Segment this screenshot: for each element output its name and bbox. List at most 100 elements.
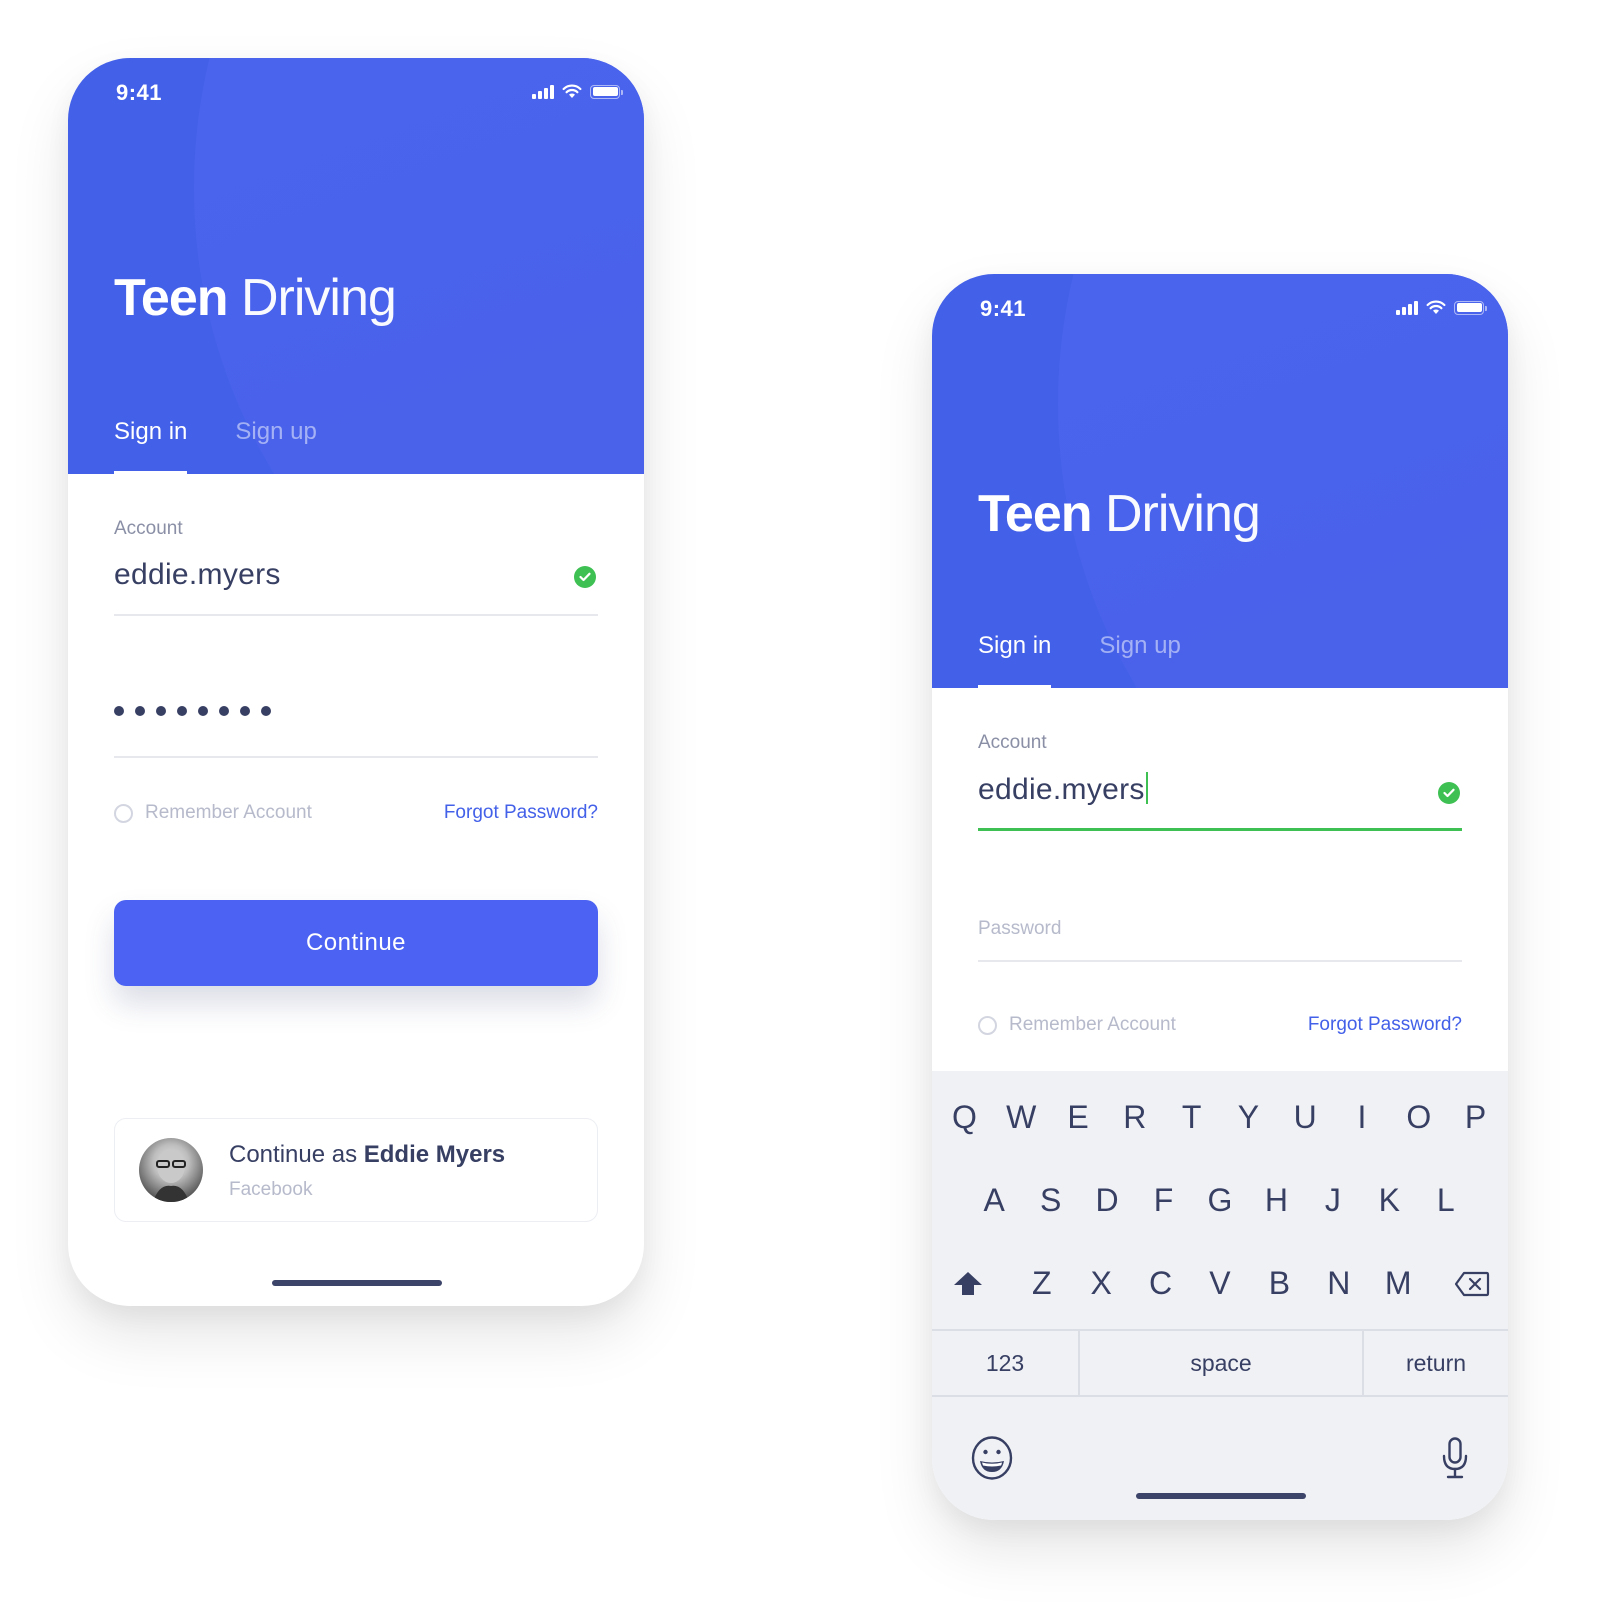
tab-sign-up[interactable]: Sign up	[1099, 632, 1180, 688]
key-z[interactable]: Z	[1012, 1265, 1071, 1302]
key-j[interactable]: J	[1305, 1182, 1361, 1219]
key-h[interactable]: H	[1248, 1182, 1304, 1219]
remember-account-checkbox[interactable]: Remember Account	[978, 1014, 1176, 1036]
key-b[interactable]: B	[1250, 1265, 1309, 1302]
account-label: Account	[978, 732, 1047, 753]
key-x[interactable]: X	[1071, 1265, 1130, 1302]
key-y[interactable]: Y	[1220, 1099, 1277, 1136]
password-field[interactable]	[114, 706, 598, 758]
key-w[interactable]: W	[993, 1099, 1050, 1136]
key-i[interactable]: I	[1334, 1099, 1391, 1136]
password-dot	[156, 706, 166, 716]
key-d[interactable]: D	[1079, 1182, 1135, 1219]
password-input[interactable]: Password	[978, 918, 1462, 940]
tab-sign-in[interactable]: Sign in	[114, 418, 188, 474]
key-u[interactable]: U	[1277, 1099, 1334, 1136]
continue-with-facebook-card[interactable]: Continue as Eddie Myers Facebook	[114, 1118, 598, 1222]
home-indicator[interactable]	[272, 1280, 442, 1286]
key-m[interactable]: M	[1369, 1265, 1428, 1302]
avatar-photo	[153, 1149, 189, 1202]
remember-row: Remember Account Forgot Password?	[978, 1014, 1462, 1036]
auth-tabs: Sign in Sign up	[978, 632, 1181, 688]
keyboard-bottom-row: 123 space return	[932, 1329, 1508, 1397]
key-o[interactable]: O	[1390, 1099, 1447, 1136]
key-g[interactable]: G	[1192, 1182, 1248, 1219]
avatar	[139, 1138, 203, 1202]
phone-sign-in-keyboard-screen: 9:41 Teen Driving Sign in Sign up Accoun…	[932, 274, 1508, 1520]
password-dot	[198, 706, 208, 716]
account-input[interactable]: eddie.myers	[114, 558, 598, 592]
space-key[interactable]: space	[1078, 1331, 1362, 1395]
account-field[interactable]: Account eddie.myers	[114, 518, 598, 616]
app-header: 9:41 Teen Driving Sign in Sign up	[932, 274, 1508, 688]
key-a[interactable]: A	[966, 1182, 1022, 1219]
password-dot	[135, 706, 145, 716]
password-underline	[114, 756, 598, 758]
key-l[interactable]: L	[1418, 1182, 1474, 1219]
key-q[interactable]: Q	[936, 1099, 993, 1136]
phone-sign-in-screen: 9:41 Teen Driving Sign in Sign up Accoun…	[68, 58, 644, 1306]
remember-label: Remember Account	[145, 802, 312, 823]
backspace-key[interactable]	[1436, 1265, 1508, 1302]
app-title: Teen Driving	[114, 269, 397, 327]
remember-account-checkbox[interactable]: Remember Account	[114, 802, 312, 824]
password-input-masked[interactable]	[114, 706, 598, 716]
password-dot	[219, 706, 229, 716]
radio-icon	[114, 803, 133, 823]
keyboard: QWERTYUIOP ASDFGHJKL ZXCVBNM 123 space r…	[932, 1071, 1508, 1520]
password-dot	[261, 706, 271, 716]
battery-icon	[590, 84, 623, 99]
wifi-icon	[562, 84, 582, 98]
key-p[interactable]: P	[1447, 1099, 1504, 1136]
radio-icon	[978, 1015, 997, 1035]
home-indicator[interactable]	[1136, 1493, 1306, 1499]
status-time: 9:41	[116, 80, 163, 105]
status-icons	[532, 84, 623, 99]
account-field[interactable]: Account eddie.myers	[978, 732, 1462, 831]
key-f[interactable]: F	[1135, 1182, 1191, 1219]
keyboard-row-3: ZXCVBNM	[932, 1265, 1508, 1302]
provider-label: Facebook	[229, 1179, 313, 1200]
keyboard-row-2: ASDFGHJKL	[966, 1182, 1474, 1219]
key-s[interactable]: S	[1022, 1182, 1078, 1219]
numbers-key[interactable]: 123	[932, 1331, 1078, 1395]
key-e[interactable]: E	[1050, 1099, 1107, 1136]
key-n[interactable]: N	[1309, 1265, 1368, 1302]
tab-sign-up[interactable]: Sign up	[235, 418, 316, 474]
key-v[interactable]: V	[1190, 1265, 1249, 1302]
forgot-password-link[interactable]: Forgot Password?	[1308, 1014, 1462, 1036]
password-dot	[114, 706, 124, 716]
shift-icon	[954, 1271, 982, 1295]
app-header: 9:41 Teen Driving Sign in Sign up	[68, 58, 644, 474]
forgot-password-link[interactable]: Forgot Password?	[444, 802, 598, 824]
header-decoration	[194, 58, 644, 474]
emoji-key[interactable]	[970, 1435, 1014, 1486]
password-field[interactable]: Password	[978, 918, 1462, 962]
microphone-key[interactable]	[1442, 1437, 1468, 1484]
backspace-icon	[1454, 1271, 1490, 1296]
emoji-icon	[971, 1436, 1013, 1480]
wifi-icon	[1426, 300, 1446, 314]
app-title: Teen Driving	[978, 485, 1261, 543]
key-r[interactable]: R	[1106, 1099, 1163, 1136]
shift-key[interactable]	[932, 1265, 1004, 1302]
battery-icon	[1454, 300, 1487, 315]
tab-sign-in[interactable]: Sign in	[978, 632, 1052, 688]
signal-icon	[1396, 300, 1418, 315]
status-icons	[1396, 300, 1487, 315]
key-c[interactable]: C	[1131, 1265, 1190, 1302]
password-underline	[978, 960, 1462, 962]
microphone-icon	[1442, 1437, 1468, 1479]
key-k[interactable]: K	[1361, 1182, 1417, 1219]
return-key[interactable]: return	[1362, 1331, 1508, 1395]
password-dot	[177, 706, 187, 716]
account-underline	[114, 614, 598, 616]
status-time: 9:41	[980, 296, 1027, 321]
password-dot	[240, 706, 250, 716]
continue-as-label: Continue as Eddie Myers	[229, 1141, 506, 1168]
account-input[interactable]: eddie.myers	[978, 772, 1462, 807]
key-t[interactable]: T	[1163, 1099, 1220, 1136]
remember-label: Remember Account	[1009, 1014, 1176, 1035]
signal-icon	[532, 84, 554, 99]
continue-button[interactable]: Continue	[114, 900, 598, 986]
